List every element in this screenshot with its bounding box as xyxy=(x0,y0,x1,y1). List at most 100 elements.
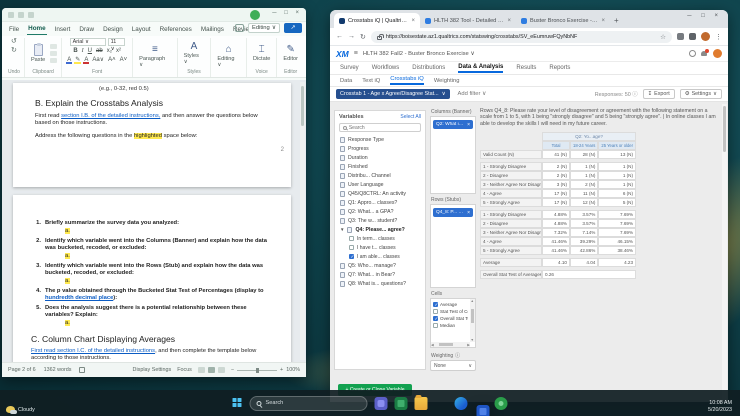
instructions-link[interactable]: section I.B. of the detailed instruction… xyxy=(61,113,160,119)
global-nav-icon[interactable]: ≡ xyxy=(354,50,358,57)
variable-subitem-selected[interactable]: I am able... classes xyxy=(335,252,425,261)
cells-option[interactable]: Stat Test of Column Averages xyxy=(433,308,468,315)
checkbox-icon[interactable] xyxy=(349,236,354,241)
start-button[interactable] xyxy=(232,398,243,408)
word-icon[interactable] xyxy=(476,404,490,416)
tab-insert[interactable]: Insert xyxy=(54,24,72,35)
variable-item-expanded[interactable]: ▼ Q4: Please... agree? xyxy=(335,225,425,234)
copy-icon[interactable] xyxy=(50,50,58,56)
focus-button[interactable]: Focus xyxy=(177,367,192,373)
account-avatar[interactable] xyxy=(250,10,260,20)
format-painter-icon[interactable] xyxy=(50,57,58,63)
subnav-data[interactable]: Data xyxy=(340,78,352,84)
display-settings-button[interactable]: Display Settings xyxy=(133,367,172,373)
grow-font-icon[interactable]: A˄ xyxy=(107,57,117,63)
banner-chip[interactable]: Q2: What is your age?× xyxy=(433,120,473,129)
edge-icon[interactable] xyxy=(454,396,468,410)
settings-button[interactable]: ⚙ Settings ∨ xyxy=(679,89,722,99)
font-size-select[interactable]: 11 ∨ xyxy=(107,38,125,52)
excel-icon[interactable] xyxy=(394,396,408,410)
zoom-in-icon[interactable]: + xyxy=(280,367,283,373)
browser-tab-crosstabs[interactable]: Crosstabs iQ | Qualtrics Experie × xyxy=(334,13,420,28)
checkbox-icon[interactable] xyxy=(349,245,354,250)
highlight-color-icon[interactable]: ✎ xyxy=(74,56,82,64)
xm-logo[interactable]: XM xyxy=(336,49,349,59)
tab-references[interactable]: References xyxy=(159,24,193,35)
subscript-button[interactable]: x₂ xyxy=(106,48,113,54)
change-case-icon[interactable]: Aa∨ xyxy=(91,56,105,63)
window-controls[interactable]: ─ □ × xyxy=(687,13,722,19)
font-color-icon[interactable]: A xyxy=(83,57,90,64)
back-icon[interactable]: ← xyxy=(336,33,343,40)
styles-button[interactable]: A Styles ∨ xyxy=(182,40,207,66)
zoom-slider[interactable] xyxy=(237,367,278,373)
answer-placeholder[interactable]: a. xyxy=(65,228,271,235)
subnav-textiq[interactable]: Text iQ xyxy=(362,78,380,84)
superscript-button[interactable]: x² xyxy=(115,48,122,54)
document-page-2[interactable]: 1. Briefly summarize the survey data you … xyxy=(13,195,291,362)
document-page-1[interactable]: (e.g., 0-32, red 0.5) B. Explain the Cro… xyxy=(13,83,291,187)
close-tab-icon[interactable]: × xyxy=(601,18,605,24)
forward-icon[interactable]: → xyxy=(348,33,355,40)
extension-icon[interactable] xyxy=(689,33,696,40)
nav-results[interactable]: Results xyxy=(516,65,536,71)
taskbar-search[interactable]: Search xyxy=(249,395,368,411)
undo-icon[interactable]: ↺ xyxy=(11,38,17,45)
page-scrollbar[interactable] xyxy=(722,104,727,400)
checkbox-icon[interactable] xyxy=(433,309,438,314)
variable-item[interactable]: Progress xyxy=(335,144,425,153)
answer-placeholder[interactable]: a. xyxy=(65,320,271,327)
variable-search[interactable] xyxy=(339,123,421,132)
variable-item[interactable]: Q2: What... a GPA? xyxy=(335,207,425,216)
teams-icon[interactable] xyxy=(374,396,388,410)
variable-item[interactable]: Q7: What... in Bear? xyxy=(335,270,425,279)
banner-dropzone[interactable]: Q2: What is your age?× xyxy=(430,116,476,194)
checkbox-icon[interactable] xyxy=(433,323,438,328)
redo-icon[interactable]: ↻ xyxy=(11,47,17,54)
file-explorer-icon[interactable] xyxy=(414,394,428,410)
read-mode-icon[interactable] xyxy=(197,367,205,373)
comments-icon[interactable] xyxy=(235,24,245,32)
zoom-out-icon[interactable]: − xyxy=(231,367,234,373)
subnav-weighting[interactable]: Weighting xyxy=(434,78,460,84)
browser-tab-exercise[interactable]: Buster Bronco Exercise - HLTH × xyxy=(516,13,610,28)
document-area[interactable]: (e.g., 0-32, red 0.5) B. Explain the Cro… xyxy=(2,80,306,362)
answer-placeholder[interactable]: a. xyxy=(65,278,271,285)
underline-button[interactable]: U xyxy=(87,48,93,54)
close-tab-icon[interactable]: × xyxy=(411,18,415,24)
checkbox-checked-icon[interactable] xyxy=(433,302,438,308)
italic-button[interactable]: I xyxy=(81,48,85,54)
variable-item[interactable]: User Language xyxy=(335,180,425,189)
stub-chip[interactable]: Q4_8: P... career× xyxy=(433,208,473,217)
answer-placeholder[interactable]: a. xyxy=(65,253,271,260)
text-effects-icon[interactable]: A xyxy=(66,57,73,64)
shrink-font-icon[interactable]: A˅ xyxy=(119,57,129,63)
bold-button[interactable]: B xyxy=(72,48,78,54)
browser-tab-instructions[interactable]: HLTH 382 Tool - Detailed Instruc × xyxy=(420,13,516,28)
editing-button[interactable]: ⌂ Editing ∨ xyxy=(215,43,242,69)
word-count[interactable]: 1362 words xyxy=(44,367,72,373)
variable-item[interactable]: Distribu... Channel xyxy=(335,171,425,180)
nav-reports[interactable]: Reports xyxy=(549,65,570,71)
nav-survey[interactable]: Survey xyxy=(340,65,359,71)
print-layout-icon[interactable] xyxy=(207,367,215,373)
new-tab-icon[interactable]: + xyxy=(614,16,619,25)
variable-item[interactable]: Response Type xyxy=(335,135,425,144)
paragraph-button[interactable]: ≡ Paragraph ∨ xyxy=(137,43,173,69)
crosstab-selector-button[interactable]: Crosstab 1 - Age x Agree/Disagree Stat..… xyxy=(336,89,450,99)
cells-option[interactable]: Median xyxy=(433,322,468,329)
subnav-crosstabs[interactable]: Crosstabs iQ xyxy=(390,76,424,85)
add-filter-button[interactable]: Add filter ∨ xyxy=(458,91,487,97)
accessibility-icon[interactable] xyxy=(79,367,86,373)
word-titlebar[interactable]: ─ □ × xyxy=(2,8,306,22)
checkbox-checked-icon[interactable] xyxy=(349,254,354,260)
variable-item[interactable]: Finished xyxy=(335,162,425,171)
variable-item[interactable]: Q45/Q8CTRL: An activity xyxy=(335,189,425,198)
remove-chip-icon[interactable]: × xyxy=(467,122,470,128)
variable-item[interactable]: Q3: The w... student? xyxy=(335,216,425,225)
select-all-link[interactable]: Select All xyxy=(400,114,421,120)
instructions-link[interactable]: First read section I.C. of the detailed … xyxy=(31,348,155,354)
export-button[interactable]: ↧ Export xyxy=(642,89,675,99)
nav-distributions[interactable]: Distributions xyxy=(412,65,445,71)
app-icon[interactable] xyxy=(494,396,508,410)
